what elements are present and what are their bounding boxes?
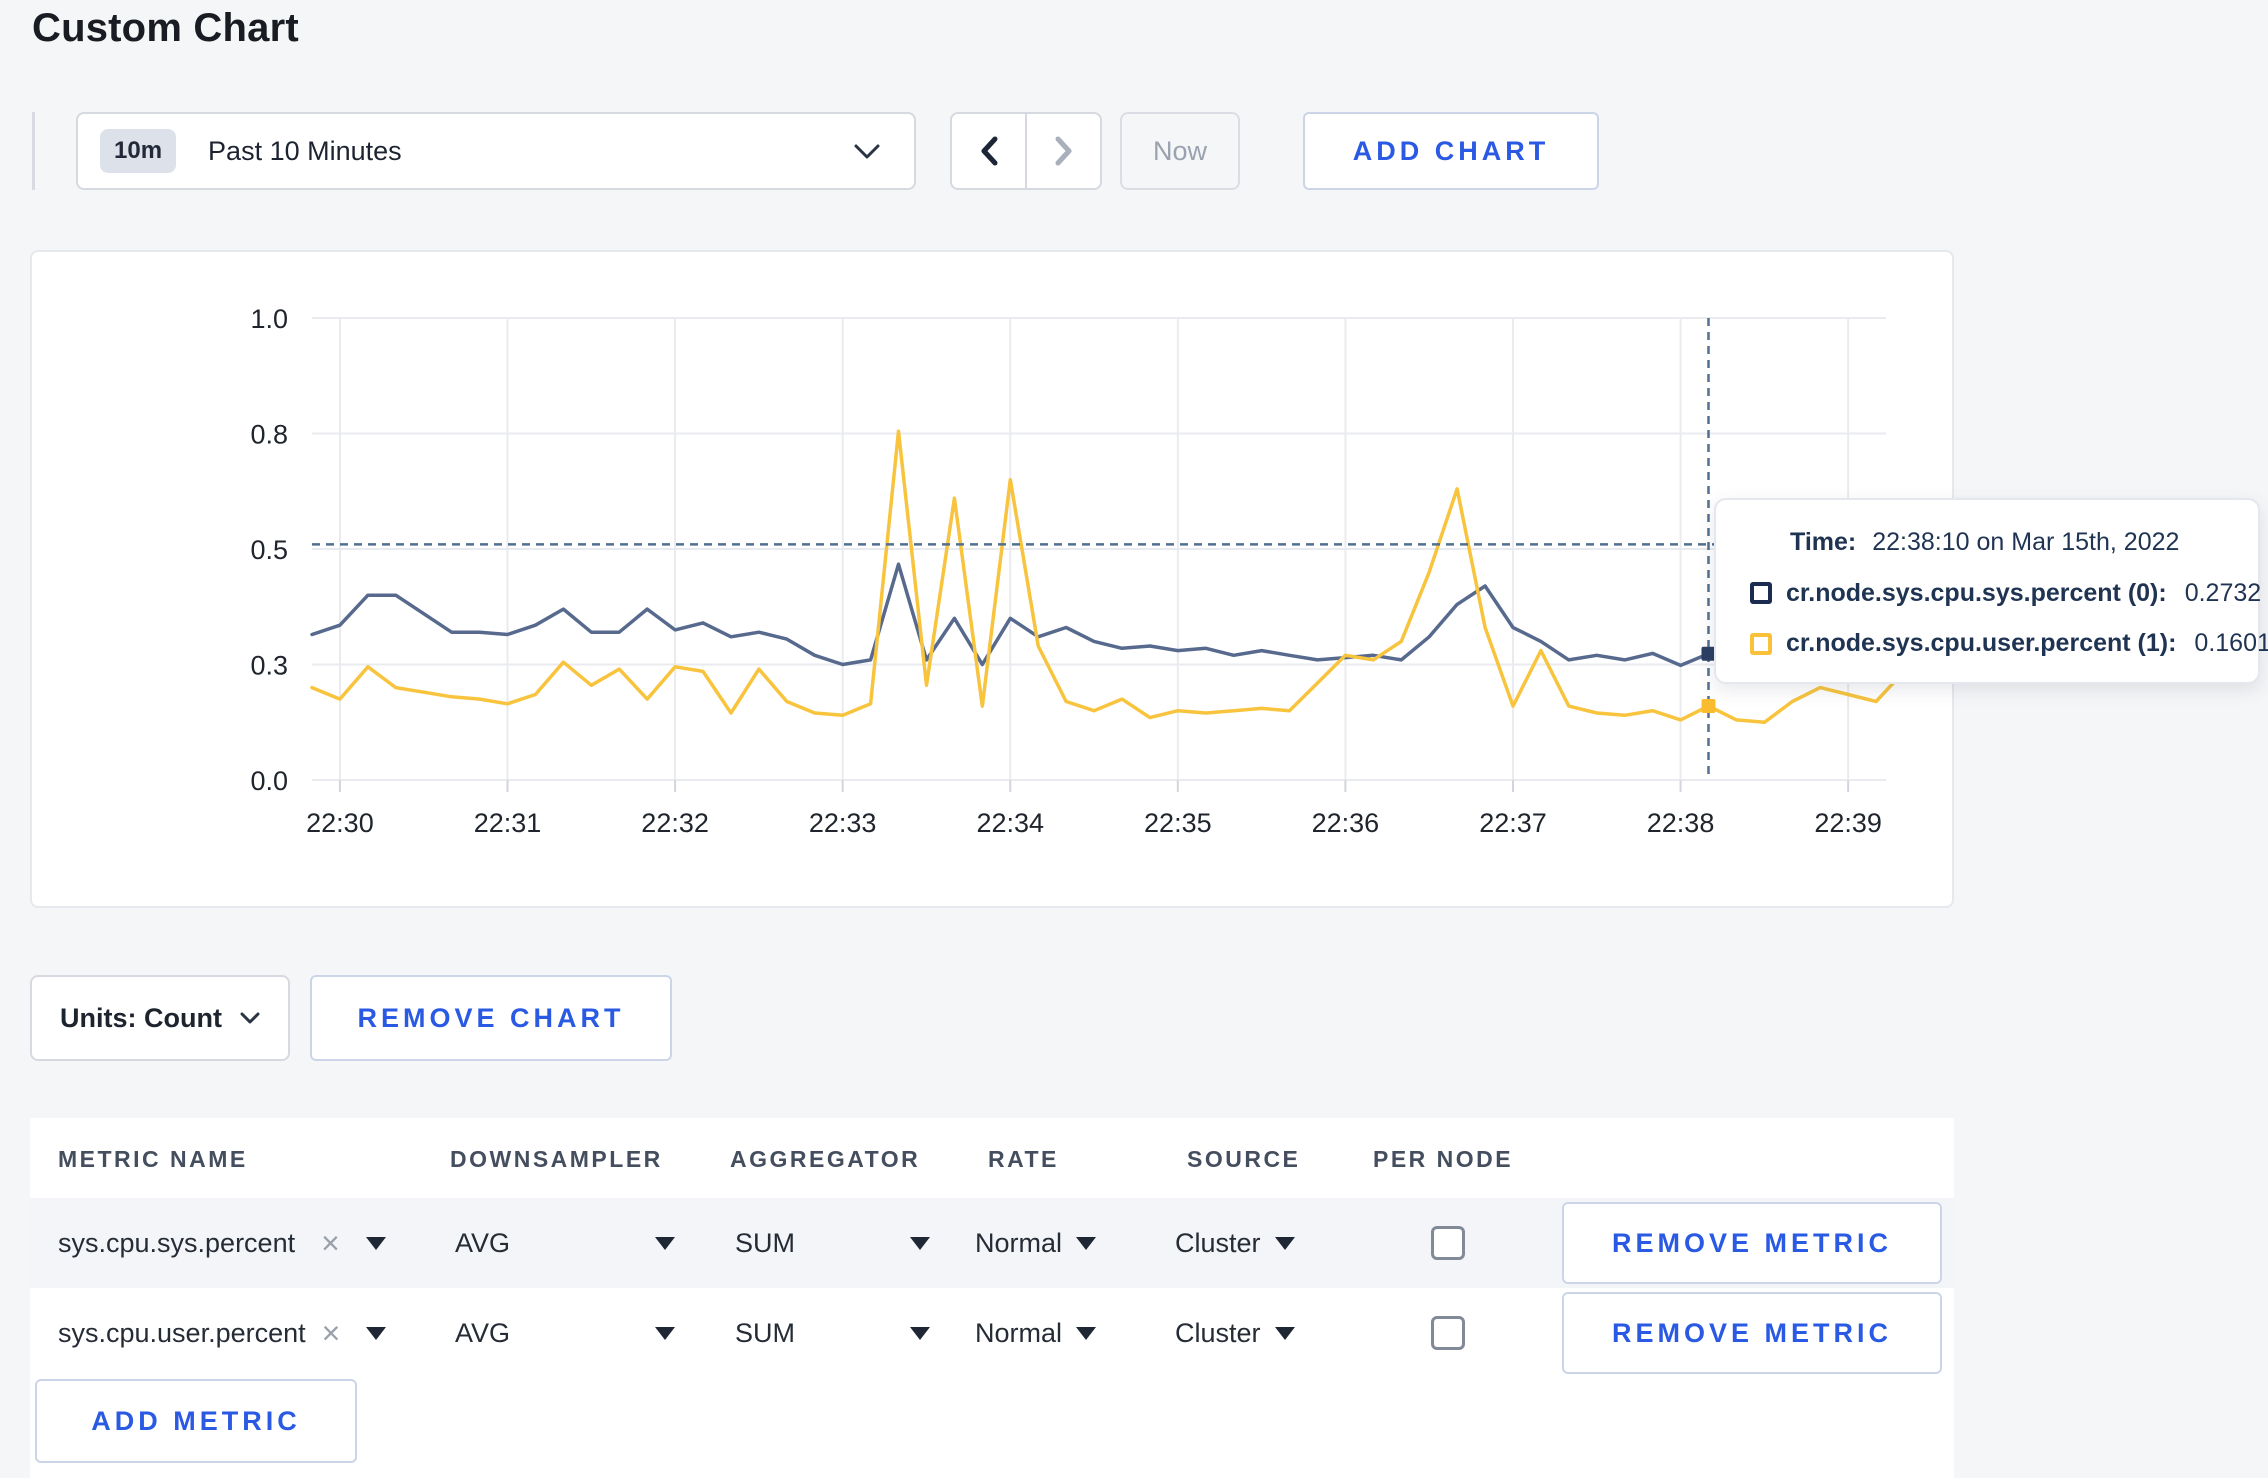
source-select[interactable]: Cluster [1175,1288,1295,1378]
downsampler-select[interactable]: AVG [455,1198,675,1288]
now-button[interactable]: Now [1120,112,1240,190]
metric-name-value: sys.cpu.sys.percent [58,1227,296,1258]
header-per-node: PER NODE [1373,1146,1514,1172]
metric-row: sys.cpu.sys.percent × AVG SUM Normal Clu… [30,1198,1954,1288]
add-metric-button[interactable]: ADD METRIC [35,1379,357,1463]
add-chart-button[interactable]: ADD CHART [1303,112,1599,190]
time-nav-group [950,112,1102,190]
x-axis-label: 22:38 [1647,808,1715,838]
series-user-swatch-icon [1750,632,1772,655]
tooltip-time-label: Time: [1790,528,1857,556]
header-metric-name: METRIC NAME [58,1146,248,1172]
caret-down-icon [655,1326,675,1340]
caret-down-icon [1076,1326,1097,1340]
metric-name-select[interactable]: sys.cpu.user.percent × [58,1288,387,1378]
per-node-cell [1431,1288,1465,1378]
downsampler-value: AVG [455,1317,511,1348]
tooltip-series-name: cr.node.sys.cpu.user.percent (1): [1786,629,2177,657]
source-value: Cluster [1175,1317,1261,1348]
metric-name-value: sys.cpu.user.percent [58,1317,306,1348]
per-node-checkbox[interactable] [1431,1316,1465,1350]
tooltip-series-value: 0.2732 [2184,578,2262,607]
downsampler-select[interactable]: AVG [455,1288,675,1378]
chart-card: 0.0 0.3 0.5 0.8 1.0 22:30 22:31 22:32 22:33 22:34… [30,250,1954,908]
caret-down-icon[interactable] [366,1326,387,1340]
y-axis-label: 0.8 [250,420,288,450]
time-next-button[interactable] [1027,114,1100,188]
units-dropdown[interactable]: Units: Count [30,975,290,1061]
x-axis-label: 22:33 [809,808,877,838]
clear-metric-icon[interactable]: × [322,1317,341,1349]
header-aggregator: AGGREGATOR [730,1146,921,1172]
remove-metric-button[interactable]: REMOVE METRIC [1562,1292,1942,1374]
x-axis-label: 22:37 [1479,808,1547,838]
time-prev-button[interactable] [952,114,1027,188]
x-axis-label: 22:30 [306,808,374,838]
chevron-left-icon [981,136,997,166]
source-value: Cluster [1175,1227,1261,1258]
aggregator-select[interactable]: SUM [735,1288,930,1378]
x-axis-label: 22:35 [1144,808,1212,838]
rate-select[interactable]: Normal [975,1198,1097,1288]
caret-down-icon[interactable] [365,1236,386,1250]
hover-point-1 [1701,699,1716,714]
toolbar-divider [32,112,35,190]
metrics-table-header: METRIC NAME DOWNSAMPLER AGGREGATOR RATE … [30,1118,1954,1198]
series-sys-swatch-icon [1750,582,1772,604]
series-line-1 [310,429,1906,725]
tooltip-series-name: cr.node.sys.cpu.sys.percent (0): [1786,578,2167,607]
chart-tooltip: Time: 22:38:10 on Mar 15th, 2022 cr.node… [1714,498,2268,684]
caret-down-icon [910,1236,930,1250]
caret-down-icon [1274,1326,1295,1340]
caret-down-icon [655,1236,675,1250]
x-axis-label: 22:39 [1814,808,1882,838]
time-window-badge: 10m [100,129,177,173]
rate-value: Normal [975,1317,1063,1348]
y-axis-label: 0.5 [250,535,288,565]
aggregator-select[interactable]: SUM [735,1198,930,1288]
header-downsampler: DOWNSAMPLER [450,1146,663,1172]
chevron-down-icon [854,144,880,158]
time-window-dropdown[interactable]: 10m Past 10 Minutes [76,112,916,190]
remove-chart-button[interactable]: REMOVE CHART [310,975,672,1061]
rate-value: Normal [975,1227,1063,1258]
header-rate: RATE [988,1146,1059,1172]
tooltip-series-value: 0.1601 [2194,629,2268,657]
caret-down-icon [1076,1236,1097,1250]
y-axis-label: 0.3 [250,651,288,681]
series-line-0 [310,562,1906,668]
remove-metric-button[interactable]: REMOVE METRIC [1562,1202,1942,1284]
time-window-label: Past 10 Minutes [208,135,402,166]
aggregator-value: SUM [735,1227,795,1258]
caret-down-icon [1274,1236,1295,1250]
caret-down-icon [910,1326,930,1340]
rate-select[interactable]: Normal [975,1288,1097,1378]
downsampler-value: AVG [455,1227,511,1258]
x-axis-label: 22:36 [1312,808,1380,838]
chevron-down-icon [240,1012,260,1024]
chart-canvas[interactable]: 0.0 0.3 0.5 0.8 1.0 22:30 22:31 22:32 22:33 22:34… [32,252,1952,906]
x-axis-label: 22:32 [641,808,709,838]
header-source: SOURCE [1187,1146,1301,1172]
per-node-cell [1431,1198,1465,1288]
metric-row: sys.cpu.user.percent × AVG SUM Normal Cl… [30,1288,1954,1378]
y-axis-label: 1.0 [250,304,288,334]
tooltip-time-value: 22:38:10 on Mar 15th, 2022 [1872,528,2180,556]
clear-metric-icon[interactable]: × [321,1227,340,1259]
x-axis-label: 22:31 [474,808,542,838]
source-select[interactable]: Cluster [1175,1198,1295,1288]
per-node-checkbox[interactable] [1431,1226,1465,1260]
units-label: Units: Count [60,1002,222,1033]
x-axis-label: 22:34 [976,808,1044,838]
page-title: Custom Chart [32,6,299,50]
y-axis-label: 0.0 [250,766,288,796]
metric-name-select[interactable]: sys.cpu.sys.percent × [58,1198,386,1288]
chevron-right-icon [1055,136,1071,166]
aggregator-value: SUM [735,1317,795,1348]
